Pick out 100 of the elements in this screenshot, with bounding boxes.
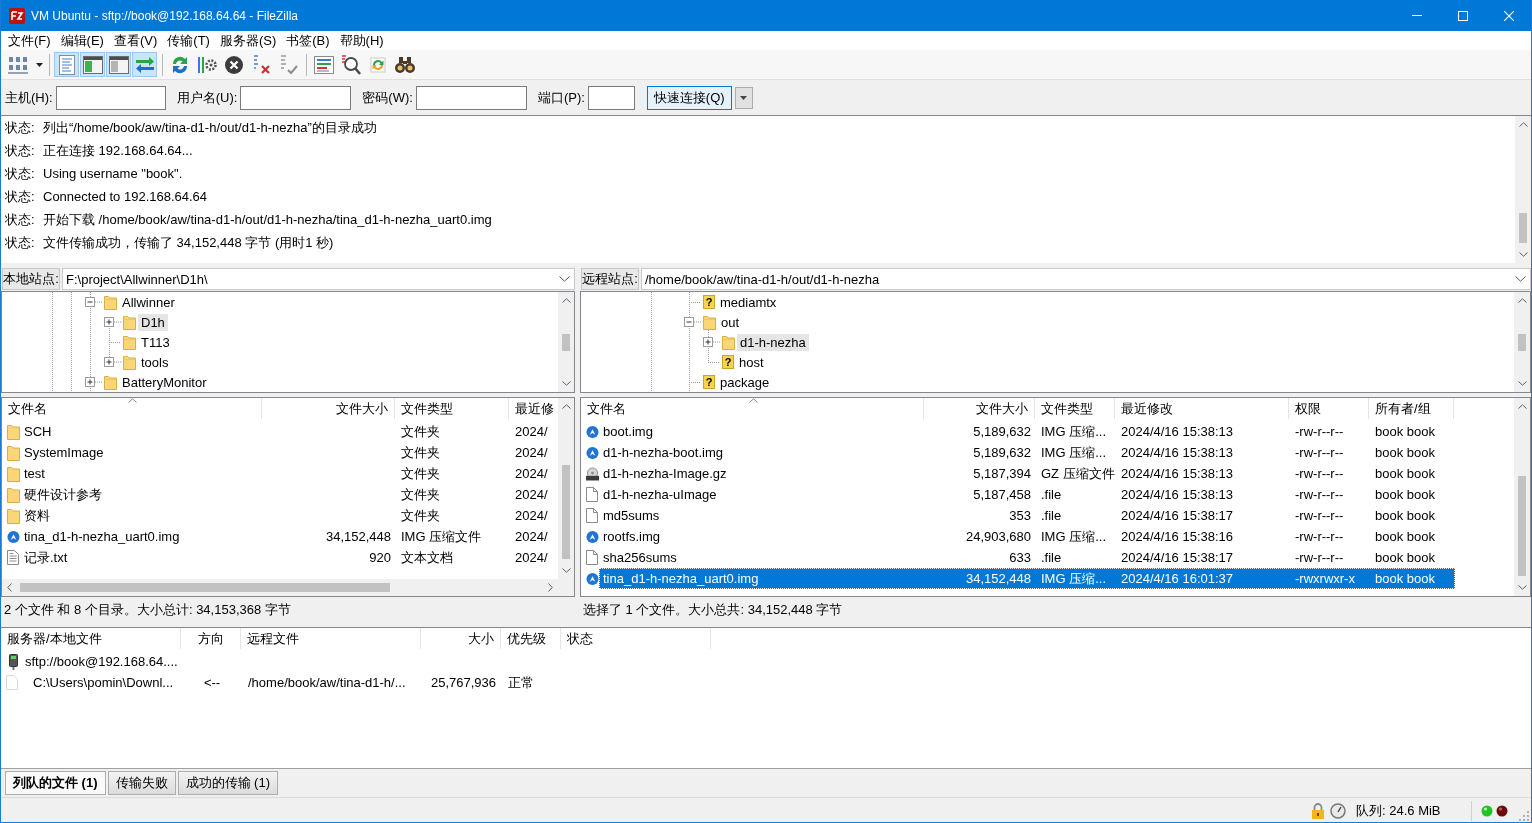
column-header[interactable]: 文件名 [581, 398, 924, 419]
queue-tab[interactable]: 列队的文件 (1) [5, 771, 106, 795]
scrollbar-thumb[interactable] [1518, 476, 1526, 576]
tree-item[interactable]: Allwinner [119, 293, 178, 311]
column-header[interactable]: 文件大小 [924, 398, 1035, 419]
vertical-scrollbar[interactable] [558, 398, 574, 579]
column-header[interactable]: 优先级 [501, 628, 561, 649]
menu-item[interactable]: 书签(B) [281, 31, 335, 50]
column-header[interactable]: 文件类型 [395, 398, 509, 419]
menu-item[interactable]: 传输(T) [162, 31, 215, 50]
file-row[interactable]: 资料 文件夹 2024/ [20, 505, 558, 526]
vertical-scrollbar[interactable] [1514, 398, 1530, 596]
owner-group: book book [1375, 466, 1435, 481]
path-combobox[interactable]: /home/book/aw/tina-d1-h/out/d1-h-nezha [641, 268, 1531, 290]
modified-date: 2024/ [515, 529, 548, 544]
priority: 正常 [508, 673, 534, 692]
file-row[interactable]: md5sums 353 .file 2024/4/16 15:38:17 -rw-r--r-- book book [599, 505, 1455, 526]
folder-icon [123, 354, 136, 370]
column-header[interactable]: 大小 [421, 628, 501, 649]
tree-item[interactable]: d1-h-nezha [737, 333, 809, 351]
modified-date: 2024/ [515, 445, 548, 460]
file-row[interactable]: 记录.txt 920 文本文档 2024/ [20, 547, 558, 568]
queue-tab[interactable]: 成功的传输 (1) [177, 771, 278, 795]
folder-icon [7, 423, 20, 440]
view-toggle-button[interactable] [132, 52, 157, 77]
view-toggle-button[interactable] [106, 52, 131, 77]
file-row[interactable]: rootfs.img 24,903,680 IMG 压缩... 2024/4/16 15:38:16 -rw-r--r-- book book [599, 526, 1455, 547]
owner-group: book book [1375, 571, 1435, 586]
expand-plus-icon[interactable] [703, 337, 720, 347]
file-row[interactable]: test 文件夹 2024/ [20, 463, 558, 484]
owner-group: book book [1375, 445, 1435, 460]
vertical-scrollbar[interactable] [558, 292, 574, 392]
view-toggle-button[interactable] [54, 52, 79, 77]
port-field[interactable] [587, 85, 635, 110]
file-row[interactable]: tina_d1-h-nezha_uart0.img 34,152,448 IMG 压缩文件 2024/ [20, 526, 558, 547]
quickconnect-button[interactable]: 快速连接(Q) [646, 85, 732, 110]
file-row[interactable]: d1-h-nezha-Image.gz 5,187,394 GZ 压缩文件 2024/4/16 15:38:13 -rw-r--r-- book book [599, 463, 1455, 484]
column-header[interactable]: 服务器/本地文件 [1, 628, 181, 649]
file-row[interactable]: sha256sums 633 .file 2024/4/16 15:38:17 -rw-r--r-- book book [599, 547, 1455, 568]
view-toggle-button[interactable] [80, 52, 105, 77]
column-header[interactable]: 文件类型 [1035, 398, 1115, 419]
local-file: C:\Users\pomin\Downl... [33, 675, 174, 690]
menu-item[interactable]: 编辑(E) [55, 31, 109, 50]
file-name: boot.img [603, 424, 653, 439]
menu-item[interactable]: 查看(V) [108, 31, 163, 50]
path-combobox[interactable]: F:\project\Allwinner\D1h\ [62, 268, 575, 290]
scrollbar-thumb[interactable] [1518, 334, 1526, 351]
file-row[interactable]: 硬件设计参考 文件夹 2024/ [20, 484, 558, 505]
file-row[interactable]: tina_d1-h-nezha_uart0.img 34,152,448 IMG 压缩... 2024/4/16 16:01:37 -rwxrwxr-x book book [599, 568, 1455, 589]
username-field[interactable] [240, 85, 352, 110]
file-size: 920 [369, 550, 391, 565]
file-row[interactable]: SystemImage 文件夹 2024/ [20, 442, 558, 463]
file-row[interactable]: d1-h-nezha-uImage 5,187,458 .file 2024/4/16 15:38:13 -rw-r--r-- book book [599, 484, 1455, 505]
collapse-minus-icon[interactable] [684, 317, 701, 327]
column-header[interactable]: 文件大小 [262, 398, 395, 419]
column-header[interactable]: 权限 [1289, 398, 1369, 419]
expand-plus-icon[interactable] [85, 377, 102, 387]
column-header[interactable]: 最近修改 [1115, 398, 1289, 419]
menu-item[interactable]: 文件(F) [3, 31, 56, 50]
tree-item[interactable]: tools [138, 353, 172, 371]
vertical-scrollbar[interactable] [1515, 116, 1531, 263]
file-row[interactable]: boot.img 5,189,632 IMG 压缩... 2024/4/16 15:38:13 -rw-r--r-- book book [599, 421, 1455, 442]
tree-item[interactable]: mediamtx [717, 293, 780, 311]
scrollbar-thumb[interactable] [562, 465, 570, 559]
tree-item[interactable]: D1h [138, 313, 168, 331]
tree-item[interactable]: BatteryMonitor [119, 373, 210, 391]
scrollbar-thumb[interactable] [562, 334, 570, 351]
file-row[interactable]: d1-h-nezha-boot.img 5,189,632 IMG 压缩... 2024/4/16 15:38:13 -rw-r--r-- book book [599, 442, 1455, 463]
column-header[interactable]: 最近修 [509, 398, 556, 419]
tree-item[interactable]: package [717, 373, 773, 391]
file-type: 文件夹 [401, 422, 440, 441]
password-field[interactable] [415, 85, 527, 110]
column-header[interactable]: 所有者/组 [1369, 398, 1454, 419]
expand-plus-icon[interactable] [104, 357, 121, 367]
column-header[interactable]: 文件名 [2, 398, 262, 419]
column-header[interactable]: 方向 [181, 628, 241, 649]
log-message: Connected to 192.168.64.64 [43, 189, 208, 204]
document-icon [586, 508, 598, 523]
file-row[interactable]: SCH 文件夹 2024/ [20, 421, 558, 442]
tree-item[interactable]: host [736, 353, 767, 371]
quickconnect-dropdown[interactable] [734, 86, 753, 109]
host-field[interactable] [55, 85, 166, 110]
scrollbar-thumb[interactable] [20, 583, 390, 592]
queue-server[interactable]: sftp://book@192.168.64.... [25, 654, 178, 669]
column-header[interactable]: 远程文件 [241, 628, 421, 649]
tree-item[interactable]: T113 [138, 333, 173, 351]
vertical-scrollbar[interactable] [1514, 292, 1530, 392]
menu-item[interactable]: 服务器(S) [214, 31, 282, 50]
horizontal-scrollbar[interactable] [2, 579, 558, 596]
queue-tab[interactable]: 传输失败 [107, 771, 176, 795]
modified-date: 2024/ [515, 466, 548, 481]
expand-plus-icon[interactable] [104, 317, 121, 327]
scrollbar-thumb[interactable] [1519, 213, 1527, 243]
modified-date: 2024/ [515, 508, 548, 523]
tree-item[interactable]: out [718, 313, 743, 331]
collapse-minus-icon[interactable] [85, 297, 102, 307]
resize-grip-icon[interactable] [1519, 811, 1529, 821]
menu-item[interactable]: 帮助(H) [334, 31, 389, 50]
file-size: 25,767,936 [430, 675, 496, 690]
column-header[interactable]: 状态 [561, 628, 711, 649]
